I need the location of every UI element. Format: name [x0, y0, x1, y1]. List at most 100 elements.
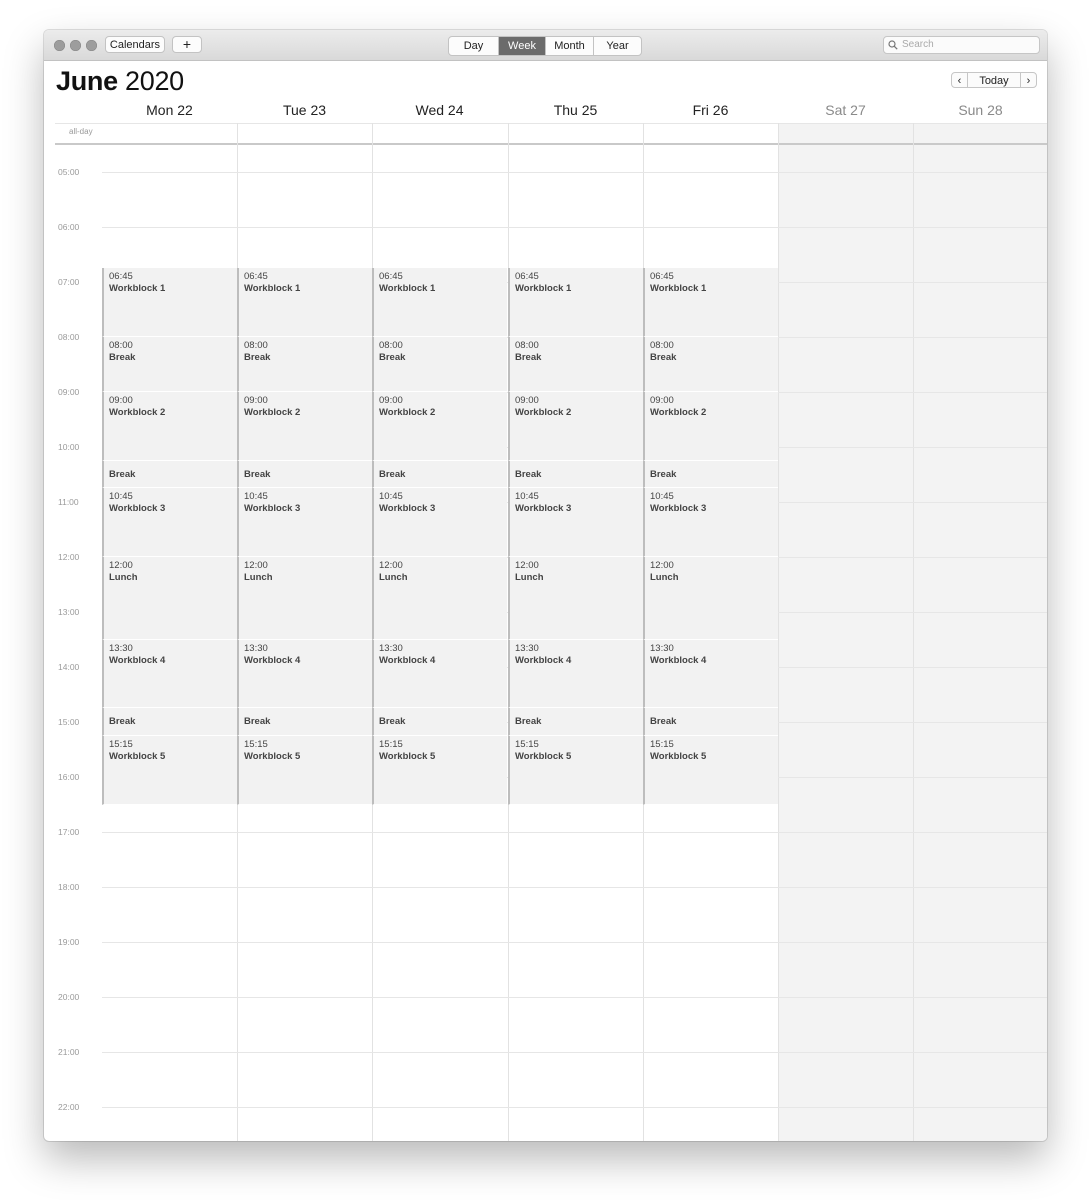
event-time: 09:00 [650, 395, 674, 406]
event-title: Workblock 1 [515, 283, 572, 295]
calendar-event[interactable]: 08:00 Break [372, 337, 507, 392]
calendar-event[interactable]: 09:00 Workblock 2 [372, 392, 507, 461]
calendar-event[interactable]: 06:45 Workblock 1 [237, 268, 372, 337]
event-time: 10:45 [515, 491, 539, 503]
calendar-event[interactable]: 08:00 Break [508, 337, 643, 392]
hour-line [102, 887, 1047, 888]
hour-label: 09:00 [58, 387, 80, 397]
event-title: Workblock 5 [109, 750, 166, 762]
day-header-sun[interactable]: Sun 28 [913, 102, 1047, 118]
calendar-window: Calendars + Day Week Month Year Search J… [44, 30, 1047, 1141]
event-time: 12:00 [379, 560, 403, 571]
calendar-event[interactable]: 15:15 Workblock 5 [508, 735, 643, 805]
close-window-button[interactable] [54, 40, 65, 51]
calendar-event[interactable]: 12:00 Lunch [372, 557, 507, 640]
minimize-window-button[interactable] [70, 40, 81, 51]
event-title: Break [109, 352, 136, 363]
calendar-event[interactable]: 12:00 Lunch [643, 557, 778, 640]
calendar-event[interactable]: 13:30 Workblock 4 [372, 639, 507, 709]
next-week-button[interactable]: › [1020, 72, 1037, 88]
calendar-event[interactable]: 13:30 Workblock 4 [237, 639, 372, 709]
event-title: Break [379, 468, 406, 480]
day-header-tue[interactable]: Tue 23 [237, 102, 372, 118]
calendar-event[interactable]: 13:30 Workblock 4 [102, 639, 237, 709]
calendar-event[interactable]: 10:45 Workblock 3 [372, 488, 507, 557]
event-title: Break [109, 716, 136, 728]
event-time: 08:00 [379, 340, 403, 351]
calendars-button[interactable]: Calendars [105, 36, 165, 53]
calendar-event[interactable]: 10:45 Workblock 3 [237, 488, 372, 557]
calendar-event[interactable]: 15:15 Workblock 5 [643, 735, 778, 805]
calendar-event[interactable]: Break [508, 460, 643, 489]
calendar-event[interactable]: 06:45 Workblock 1 [102, 268, 237, 337]
calendar-event[interactable]: 10:45 Workblock 3 [102, 488, 237, 557]
calendar-event[interactable]: 09:00 Workblock 2 [508, 392, 643, 461]
calendar-event[interactable]: 06:45 Workblock 1 [508, 268, 643, 337]
event-title: Workblock 4 [379, 654, 436, 666]
hour-label: 19:00 [58, 937, 80, 947]
calendar-event[interactable]: 09:00 Workblock 2 [237, 392, 372, 461]
calendar-event[interactable]: Break [372, 460, 507, 489]
add-event-button[interactable]: + [172, 36, 202, 53]
calendar-event[interactable]: 08:00 Break [643, 337, 778, 392]
calendar-event[interactable]: Break [508, 708, 643, 736]
event-title: Workblock 1 [109, 283, 166, 295]
day-header-sat[interactable]: Sat 27 [778, 102, 913, 118]
calendar-event[interactable]: 10:45 Workblock 3 [508, 488, 643, 557]
event-time: 13:30 [244, 642, 268, 654]
calendar-event[interactable]: 15:15 Workblock 5 [372, 735, 507, 805]
event-time: 06:45 [515, 271, 539, 283]
search-input[interactable]: Search [883, 36, 1040, 54]
zoom-window-button[interactable] [86, 40, 97, 51]
all-day-row[interactable]: all-day [55, 123, 1047, 145]
day-header-fri[interactable]: Fri 26 [643, 102, 778, 118]
view-week-tab[interactable]: Week [499, 37, 546, 55]
event-title: Workblock 4 [109, 654, 166, 666]
view-month-tab[interactable]: Month [546, 37, 594, 55]
calendar-event[interactable]: 12:00 Lunch [237, 557, 372, 640]
calendar-event[interactable]: 08:00 Break [102, 337, 237, 392]
hour-label: 16:00 [58, 772, 80, 782]
event-time: 08:00 [109, 340, 133, 351]
calendar-event[interactable]: 06:45 Workblock 1 [643, 268, 778, 337]
event-time: 13:30 [379, 642, 403, 654]
calendar-event[interactable]: Break [102, 460, 237, 489]
calendar-event[interactable]: 06:45 Workblock 1 [372, 268, 507, 337]
event-title: Break [244, 716, 271, 728]
calendar-event[interactable]: 12:00 Lunch [102, 557, 237, 640]
event-time: 13:30 [515, 642, 539, 654]
calendar-event[interactable]: 10:45 Workblock 3 [643, 488, 778, 557]
calendar-event[interactable]: 08:00 Break [237, 337, 372, 392]
calendar-event[interactable]: 09:00 Workblock 2 [643, 392, 778, 461]
view-day-tab[interactable]: Day [449, 37, 499, 55]
hour-line [102, 1052, 1047, 1053]
day-header-wed[interactable]: Wed 24 [372, 102, 507, 118]
event-time: 06:45 [244, 271, 268, 283]
view-year-tab[interactable]: Year [594, 37, 641, 55]
calendar-event[interactable]: 15:15 Workblock 5 [237, 735, 372, 805]
event-time: 10:45 [650, 491, 674, 503]
calendar-event[interactable]: 13:30 Workblock 4 [643, 639, 778, 709]
calendar-event[interactable]: Break [237, 460, 372, 489]
page-title: June 2020 [56, 66, 184, 97]
calendar-event[interactable]: Break [643, 460, 778, 489]
calendar-event[interactable]: 13:30 Workblock 4 [508, 639, 643, 709]
today-button[interactable]: Today [967, 72, 1021, 88]
calendar-event[interactable]: Break [372, 708, 507, 736]
calendar-event[interactable]: 15:15 Workblock 5 [102, 735, 237, 805]
calendar-event[interactable]: Break [102, 708, 237, 736]
event-title: Workblock 2 [515, 407, 572, 418]
hour-label: 08:00 [58, 332, 80, 342]
calendar-event[interactable]: 12:00 Lunch [508, 557, 643, 640]
calendar-event[interactable]: 09:00 Workblock 2 [102, 392, 237, 461]
event-title: Break [109, 468, 136, 480]
previous-week-button[interactable]: ‹ [951, 72, 968, 88]
view-switcher: Day Week Month Year [448, 36, 642, 56]
calendar-event[interactable]: Break [643, 708, 778, 736]
day-header-thu[interactable]: Thu 25 [508, 102, 643, 118]
event-time: 10:45 [379, 491, 403, 503]
calendar-event[interactable]: Break [237, 708, 372, 736]
day-header-mon[interactable]: Mon 22 [102, 102, 237, 118]
hour-line [102, 172, 1047, 173]
hour-line [102, 997, 1047, 998]
